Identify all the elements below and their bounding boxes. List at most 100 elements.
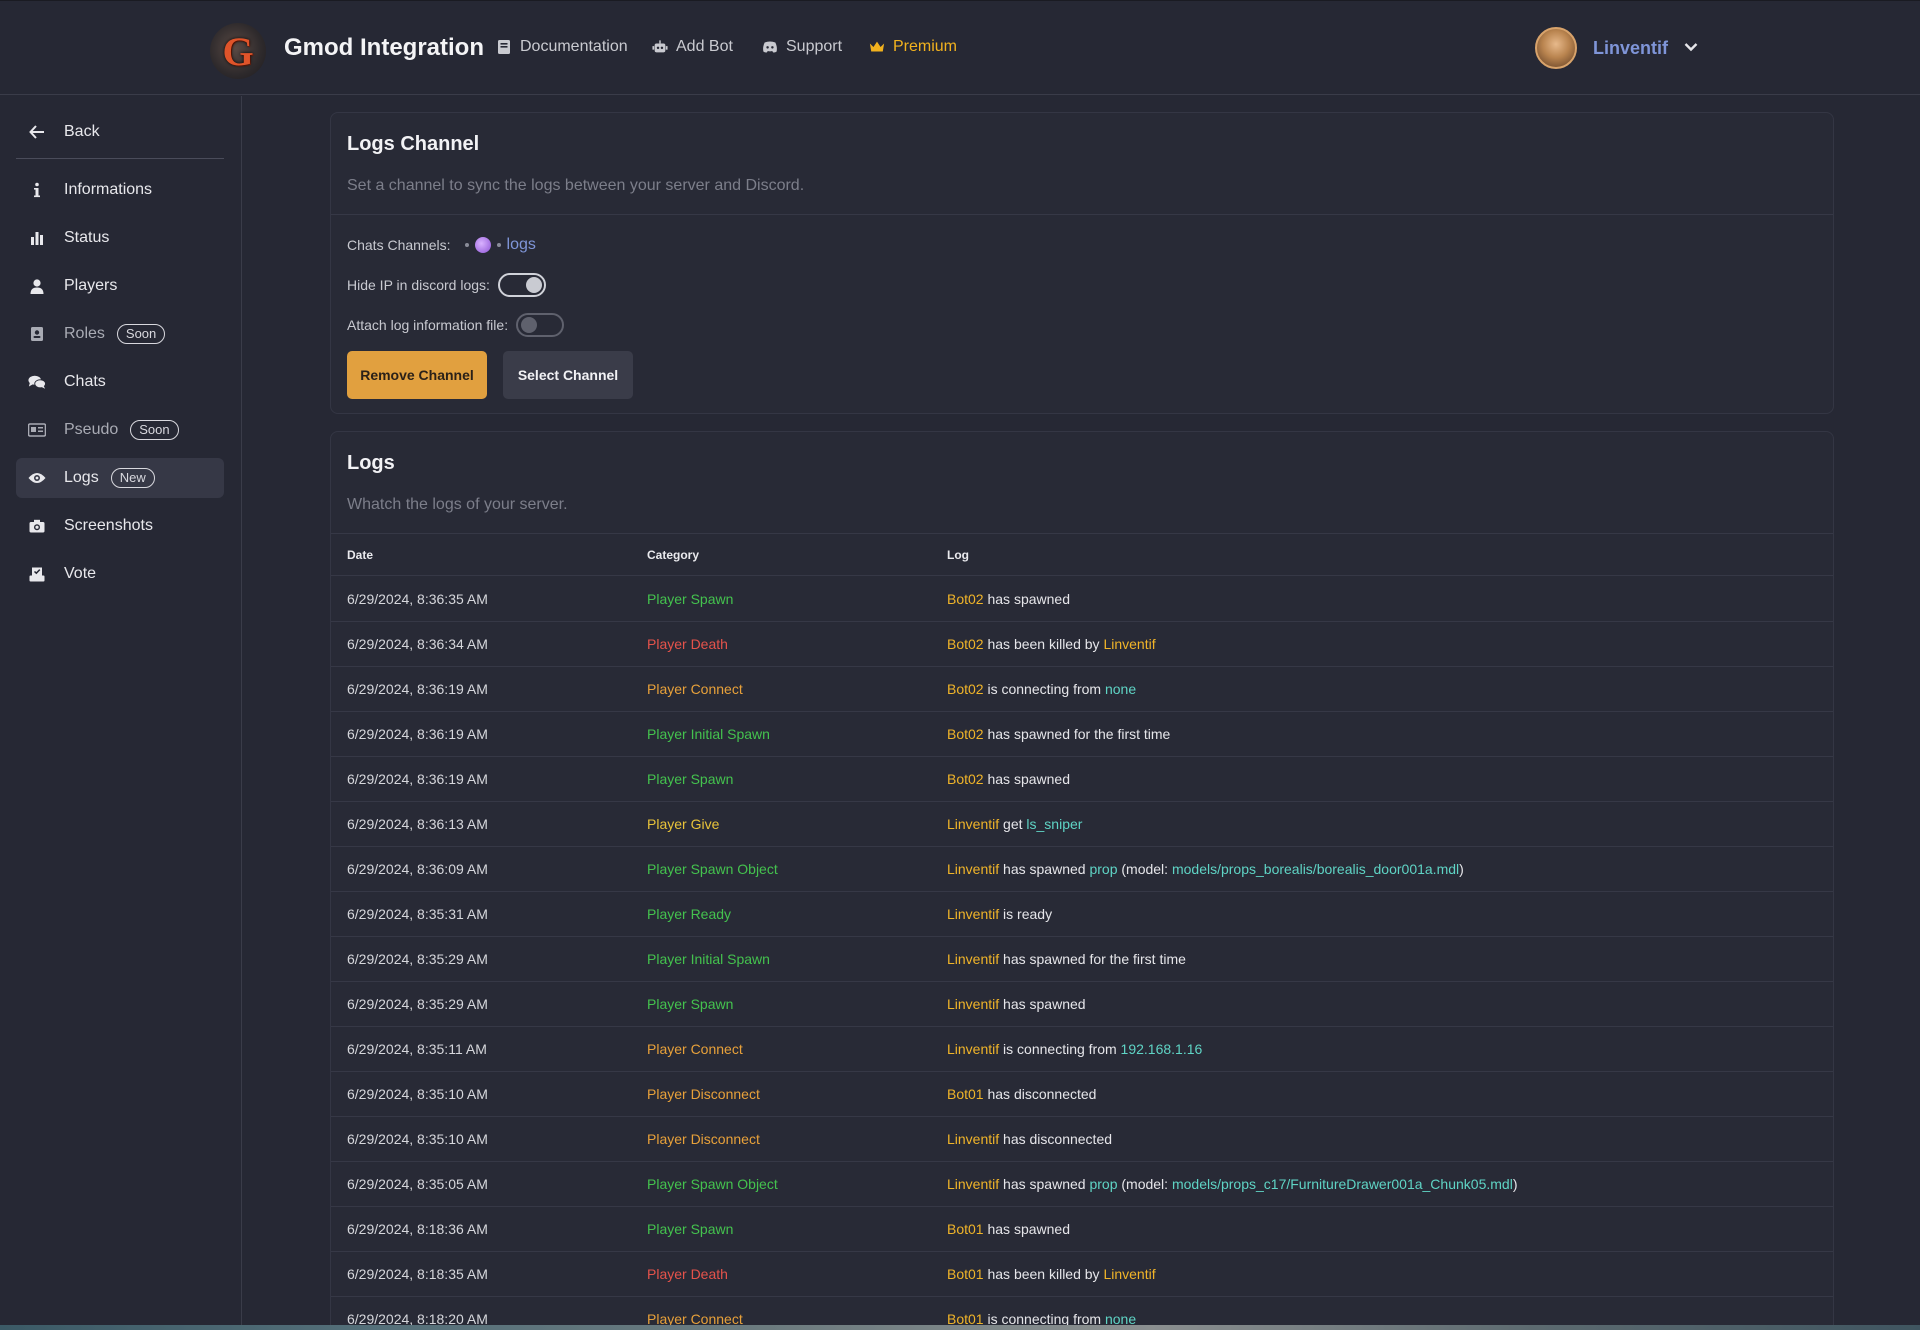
- sidebar-item-informations[interactable]: Informations: [16, 170, 224, 210]
- log-category: Player Initial Spawn: [647, 726, 770, 742]
- nav-premium-label: Premium: [893, 38, 958, 55]
- log-text: has been killed by: [983, 1266, 1104, 1282]
- log-text: is connecting from: [999, 1041, 1121, 1057]
- sidebar-divider: [16, 158, 224, 159]
- table-row[interactable]: 6/29/2024, 8:36:19 AM Player Connect Bot02…: [331, 667, 1833, 712]
- avatar[interactable]: [1535, 27, 1577, 69]
- log-date: 6/29/2024, 8:36:19 AM: [347, 726, 488, 742]
- hide-ip-toggle[interactable]: [497, 273, 546, 297]
- log-highlight: ls_sniper: [1026, 816, 1083, 832]
- log-date: 6/29/2024, 8:35:31 AM: [347, 906, 488, 922]
- table-row[interactable]: 6/29/2024, 8:35:29 AM Player Spawn Linvent…: [331, 982, 1833, 1027]
- log-date: 6/29/2024, 8:35:10 AM: [347, 1086, 488, 1102]
- logs-title: Logs: [347, 452, 395, 474]
- chats-channels-label: Chats Channels:: [347, 237, 451, 253]
- log-highlight: none: [1104, 681, 1137, 697]
- column-header-date[interactable]: Date: [347, 548, 373, 562]
- nav-premium[interactable]: Premium: [869, 38, 957, 56]
- log-date: 6/29/2024, 8:35:10 AM: [347, 1131, 488, 1147]
- log-highlight: prop: [1089, 1176, 1118, 1192]
- log-message: Bot02 has spawned: [947, 771, 1070, 787]
- log-highlight: models/props_c17/FurnitureDrawer001a_Chu…: [1171, 1176, 1513, 1192]
- id-badge-icon: [28, 325, 46, 343]
- sidebar-item-chats[interactable]: Chats: [16, 362, 224, 402]
- crown-icon: [869, 39, 885, 55]
- chat-icon: [28, 373, 46, 391]
- table-row[interactable]: 6/29/2024, 8:18:35 AM Player Death Bot01 h…: [331, 1252, 1833, 1297]
- log-category: Player Spawn: [647, 771, 734, 787]
- nav-add-bot[interactable]: Add Bot: [652, 38, 733, 56]
- log-message: Linventif has disconnected: [947, 1131, 1112, 1147]
- attach-log-toggle[interactable]: [516, 313, 565, 337]
- sidebar-item-status[interactable]: Status: [16, 218, 224, 258]
- sidebar-item-label: Chats: [64, 373, 106, 390]
- table-row[interactable]: 6/29/2024, 8:36:34 AM Player Death Bot02 h…: [331, 622, 1833, 667]
- logs-channel-title: Logs Channel: [347, 133, 480, 155]
- sidebar-back[interactable]: Back: [16, 112, 224, 152]
- log-text: ): [1512, 1176, 1518, 1192]
- log-text: get: [999, 816, 1027, 832]
- bottom-taskbar-strip: [0, 1325, 1920, 1330]
- sidebar: Back Informations Status Players Roles S…: [0, 96, 242, 1330]
- id-card-icon: [28, 421, 46, 439]
- sidebar-back-label: Back: [64, 123, 100, 140]
- nav-support[interactable]: Support: [762, 38, 842, 56]
- table-row[interactable]: 6/29/2024, 8:35:10 AM Player Disconnect Li…: [331, 1117, 1833, 1162]
- column-header-category[interactable]: Category: [647, 548, 699, 562]
- log-date: 6/29/2024, 8:36:19 AM: [347, 771, 488, 787]
- column-header-log[interactable]: Log: [947, 548, 969, 562]
- chevron-down-icon[interactable]: [1684, 39, 1698, 57]
- brand-title[interactable]: Gmod Integration: [284, 34, 484, 62]
- table-row[interactable]: 6/29/2024, 8:36:13 AM Player Give Linventi…: [331, 802, 1833, 847]
- select-channel-button[interactable]: Select Channel: [503, 351, 633, 399]
- log-message: Linventif has spawned prop (model: model…: [947, 861, 1464, 877]
- log-text: has spawned: [983, 771, 1070, 787]
- log-highlight: Bot02: [947, 591, 984, 607]
- nav-documentation[interactable]: Documentation: [496, 38, 628, 56]
- log-highlight: Linventif: [1103, 1266, 1156, 1282]
- table-row[interactable]: 6/29/2024, 8:36:19 AM Player Spawn Bot02 h…: [331, 757, 1833, 802]
- sidebar-item-logs[interactable]: Logs New: [16, 458, 224, 498]
- log-highlight: Linventif: [947, 1041, 1000, 1057]
- sidebar-item-roles[interactable]: Roles Soon: [16, 314, 224, 354]
- channel-name[interactable]: logs: [507, 236, 536, 254]
- brand-logo[interactable]: G: [210, 23, 266, 79]
- table-row[interactable]: 6/29/2024, 8:35:29 AM Player Initial Spaw…: [331, 937, 1833, 982]
- log-date: 6/29/2024, 8:36:35 AM: [347, 591, 488, 607]
- remove-channel-button[interactable]: Remove Channel: [347, 351, 487, 399]
- robot-icon: [652, 39, 668, 55]
- card-divider: [331, 214, 1833, 215]
- sidebar-item-players[interactable]: Players: [16, 266, 224, 306]
- log-date: 6/29/2024, 8:36:13 AM: [347, 816, 488, 832]
- hide-ip-label: Hide IP in discord logs:: [347, 277, 490, 293]
- log-highlight: Linventif: [947, 906, 1000, 922]
- table-row[interactable]: 6/29/2024, 8:36:19 AM Player Initial Spaw…: [331, 712, 1833, 757]
- table-row[interactable]: 6/29/2024, 8:35:11 AM Player Connect Linve…: [331, 1027, 1833, 1072]
- channel-pill[interactable]: logs: [464, 236, 536, 254]
- separator-dot: [464, 243, 469, 247]
- table-row[interactable]: 6/29/2024, 8:35:31 AM Player Ready Linvent…: [331, 892, 1833, 937]
- sidebar-item-vote[interactable]: Vote: [16, 554, 224, 594]
- info-icon: [28, 181, 46, 199]
- log-date: 6/29/2024, 8:36:09 AM: [347, 861, 488, 877]
- log-text: has spawned for the first time: [999, 951, 1186, 967]
- table-row[interactable]: 6/29/2024, 8:36:35 AM Player Spawn Bot02 h…: [331, 577, 1833, 622]
- table-row[interactable]: 6/29/2024, 8:35:05 AM Player Spawn Object…: [331, 1162, 1833, 1207]
- log-highlight: Linventif: [947, 951, 1000, 967]
- log-category: Player Spawn: [647, 996, 734, 1012]
- table-row[interactable]: 6/29/2024, 8:35:10 AM Player Disconnect Bo…: [331, 1072, 1833, 1117]
- chats-channels-row: Chats Channels: logs: [347, 233, 536, 257]
- sidebar-item-screenshots[interactable]: Screenshots: [16, 506, 224, 546]
- log-message: Linventif get ls_sniper: [947, 816, 1082, 832]
- log-highlight: Linventif: [947, 861, 1000, 877]
- table-row[interactable]: 6/29/2024, 8:18:36 AM Player Spawn Bot01 h…: [331, 1207, 1833, 1252]
- logs-channel-card: Logs Channel Set a channel to sync the l…: [330, 112, 1834, 414]
- logo-letter: G: [222, 28, 254, 74]
- user-name[interactable]: Linventif: [1593, 38, 1668, 59]
- log-category: Player Spawn: [647, 591, 734, 607]
- log-highlight: Linventif: [947, 816, 1000, 832]
- table-row[interactable]: 6/29/2024, 8:36:09 AM Player Spawn Object…: [331, 847, 1833, 892]
- user-menu[interactable]: Linventif: [1535, 27, 1698, 69]
- logs-subtitle: Whatch the logs of your server.: [347, 496, 568, 513]
- sidebar-item-pseudo[interactable]: Pseudo Soon: [16, 410, 224, 450]
